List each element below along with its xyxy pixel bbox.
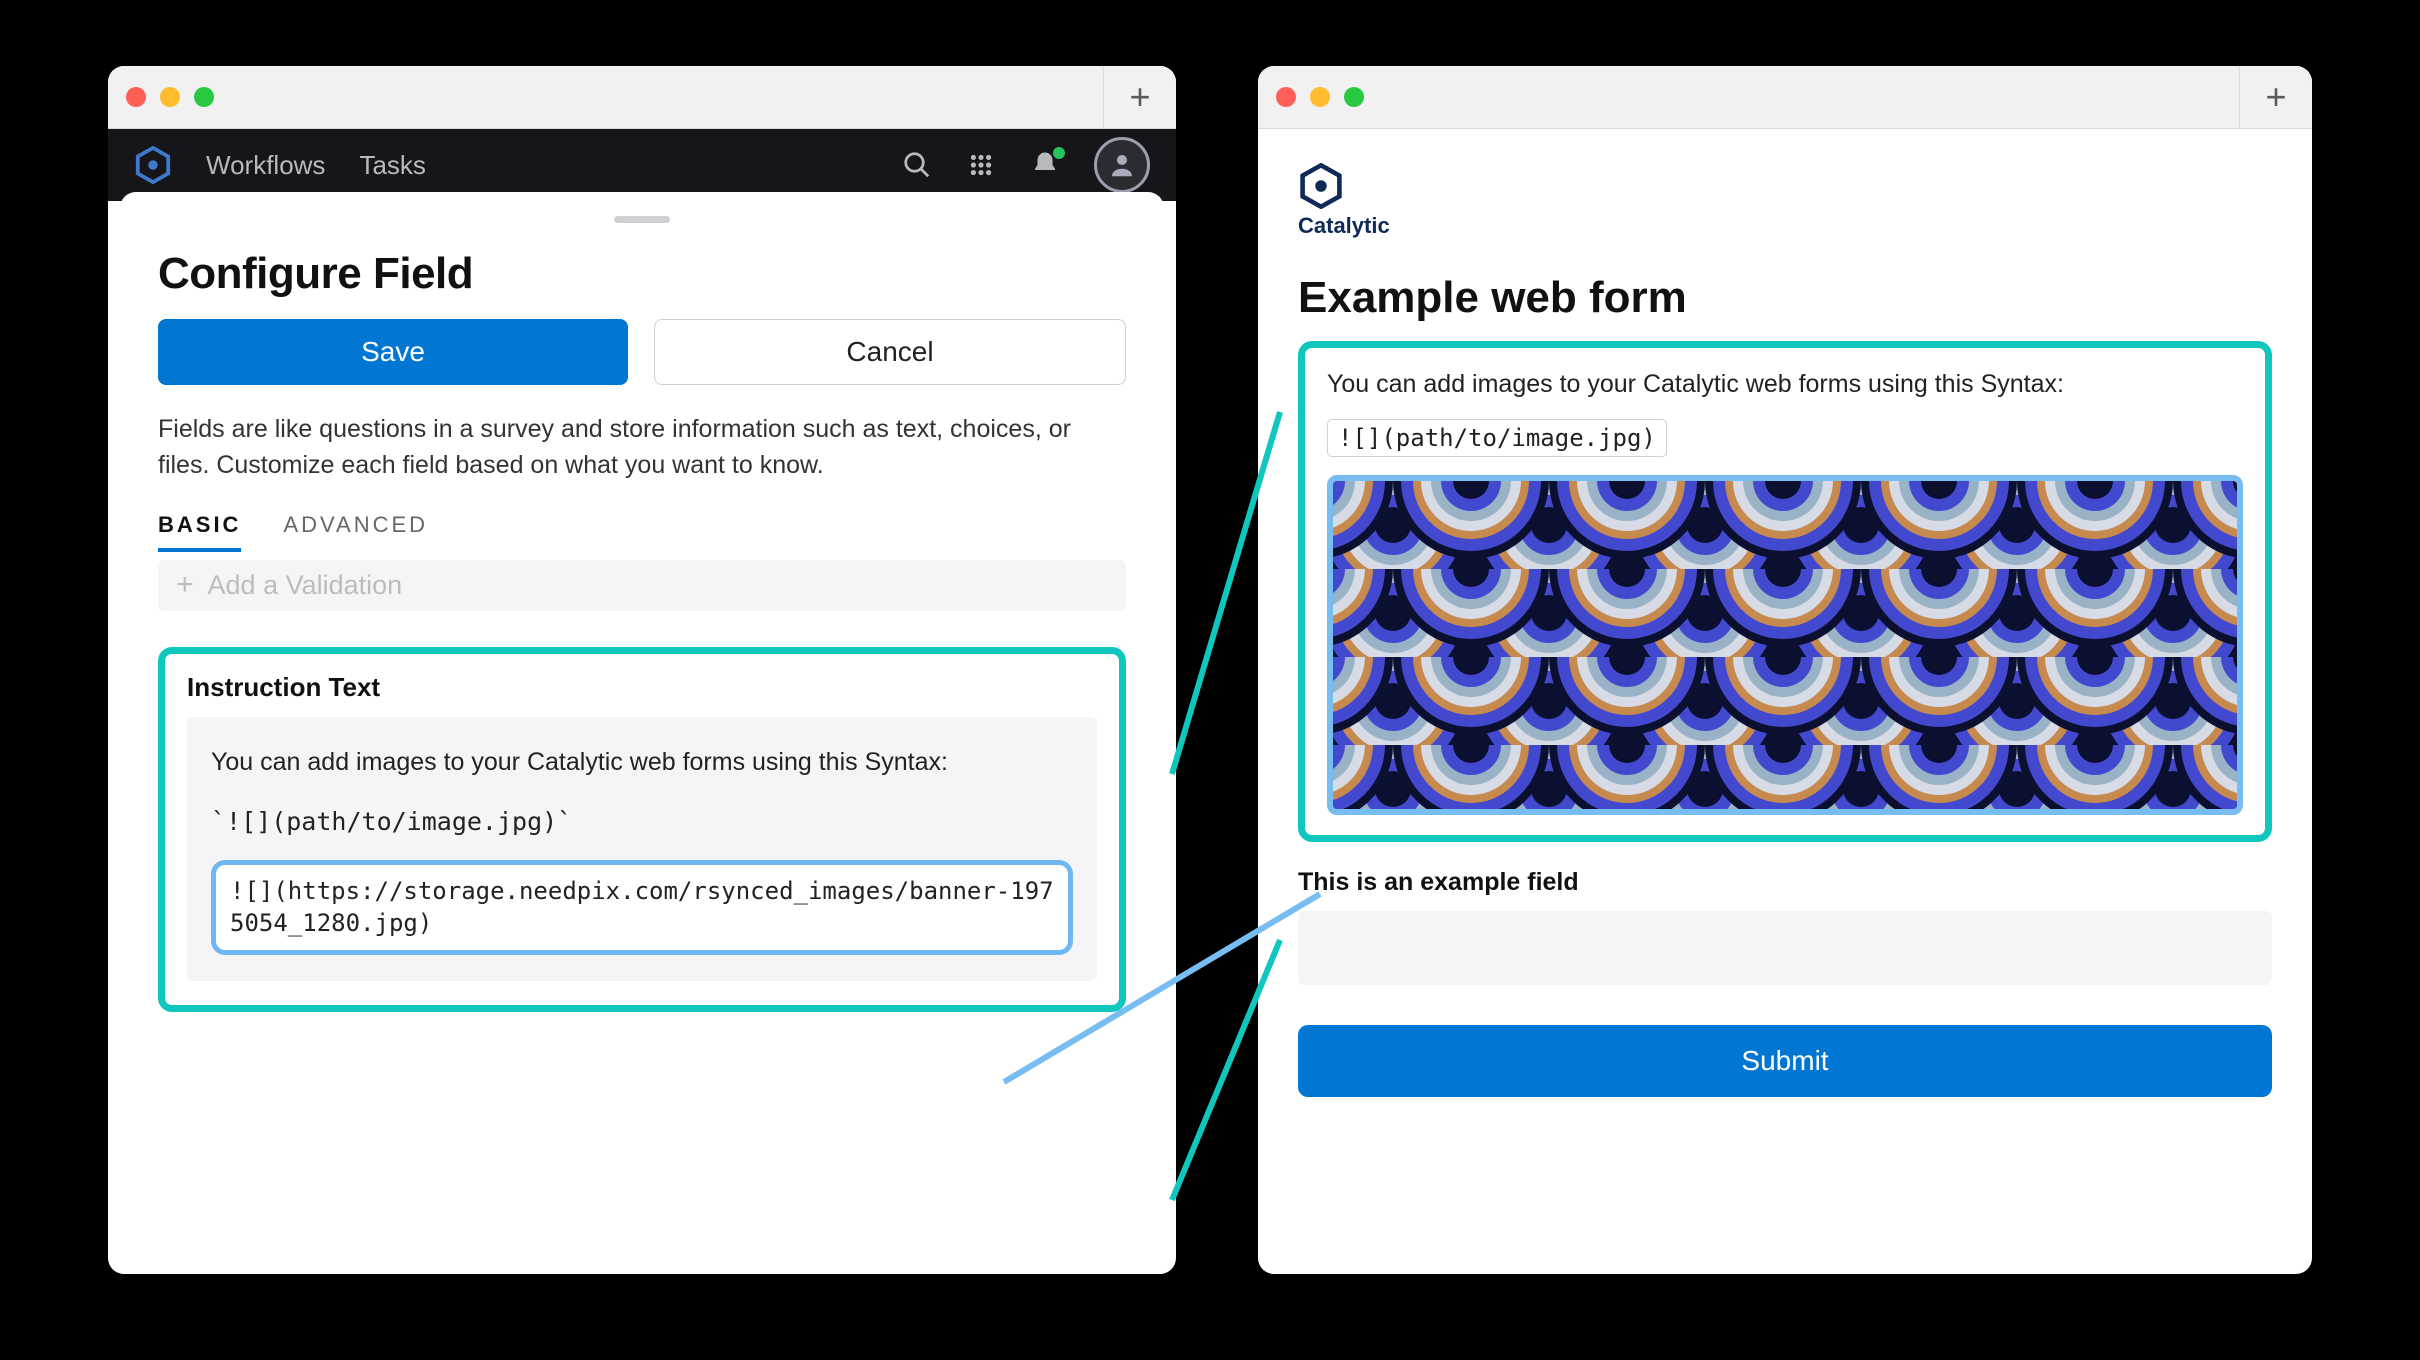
- configure-field-sheet: Configure Field Save Cancel Fields are l…: [120, 192, 1164, 1274]
- titlebar: +: [1258, 66, 2312, 129]
- apps-grid-icon[interactable]: [966, 150, 996, 180]
- new-tab-button[interactable]: +: [1103, 66, 1176, 128]
- banner-image: [1327, 475, 2243, 815]
- instruction-text-card: Instruction Text You can add images to y…: [158, 647, 1126, 1012]
- plus-icon: +: [176, 570, 194, 600]
- titlebar: +: [108, 66, 1176, 129]
- zoom-icon[interactable]: [194, 87, 214, 107]
- instruction-text-label: Instruction Text: [187, 672, 1097, 703]
- add-validation-label: Add a Validation: [208, 570, 403, 601]
- syntax-code: ![](path/to/image.jpg): [1327, 419, 1667, 457]
- window-configure-field: + Workflows Tasks Conf: [108, 66, 1176, 1274]
- form-instructions-card: You can add images to your Catalytic web…: [1298, 341, 2272, 842]
- notification-badge: [1053, 147, 1065, 159]
- window-example-web-form: + Catalytic Example web form You can add…: [1258, 66, 2312, 1274]
- search-icon[interactable]: [902, 150, 932, 180]
- minimize-icon[interactable]: [1310, 87, 1330, 107]
- nav-workflows[interactable]: Workflows: [206, 150, 325, 181]
- drag-handle-icon[interactable]: [614, 216, 670, 223]
- image-markdown-highlight: ![](https://storage.needpix.com/rsynced_…: [211, 860, 1073, 955]
- tab-advanced[interactable]: ADVANCED: [283, 512, 428, 552]
- cancel-button[interactable]: Cancel: [654, 319, 1126, 385]
- zoom-icon[interactable]: [1344, 87, 1364, 107]
- notifications-icon[interactable]: [1030, 150, 1060, 180]
- catalytic-logo-icon: [134, 146, 172, 184]
- form-title: Example web form: [1298, 273, 2272, 323]
- save-button[interactable]: Save: [158, 319, 628, 385]
- instruction-text-field[interactable]: You can add images to your Catalytic web…: [187, 717, 1097, 981]
- new-tab-button[interactable]: +: [2239, 66, 2312, 128]
- app-header: Workflows Tasks: [108, 129, 1176, 201]
- form-body: Catalytic Example web form You can add i…: [1258, 129, 2312, 1097]
- example-field-input[interactable]: [1298, 911, 2272, 985]
- close-icon[interactable]: [1276, 87, 1296, 107]
- catalytic-logo-icon: [1298, 163, 1344, 209]
- submit-button[interactable]: Submit: [1298, 1025, 2272, 1097]
- instruction-line1: You can add images to your Catalytic web…: [211, 743, 1073, 782]
- close-icon[interactable]: [126, 87, 146, 107]
- traffic-lights: [1276, 87, 1364, 107]
- minimize-icon[interactable]: [160, 87, 180, 107]
- page-title: Configure Field: [158, 249, 1126, 299]
- tab-bar: BASIC ADVANCED: [158, 512, 1126, 552]
- nav-tasks[interactable]: Tasks: [359, 150, 425, 181]
- example-field-label: This is an example field: [1298, 868, 2272, 897]
- catalytic-brand: Catalytic: [1298, 163, 2272, 239]
- traffic-lights: [126, 87, 214, 107]
- avatar[interactable]: [1094, 137, 1150, 193]
- tab-basic[interactable]: BASIC: [158, 512, 241, 552]
- brand-name: Catalytic: [1298, 213, 1390, 239]
- instruction-line2: `![](path/to/image.jpg)`: [211, 803, 1073, 842]
- add-validation-button[interactable]: + Add a Validation: [158, 560, 1126, 611]
- description-text: Fields are like questions in a survey an…: [158, 411, 1126, 484]
- instruction-note: You can add images to your Catalytic web…: [1327, 370, 2243, 399]
